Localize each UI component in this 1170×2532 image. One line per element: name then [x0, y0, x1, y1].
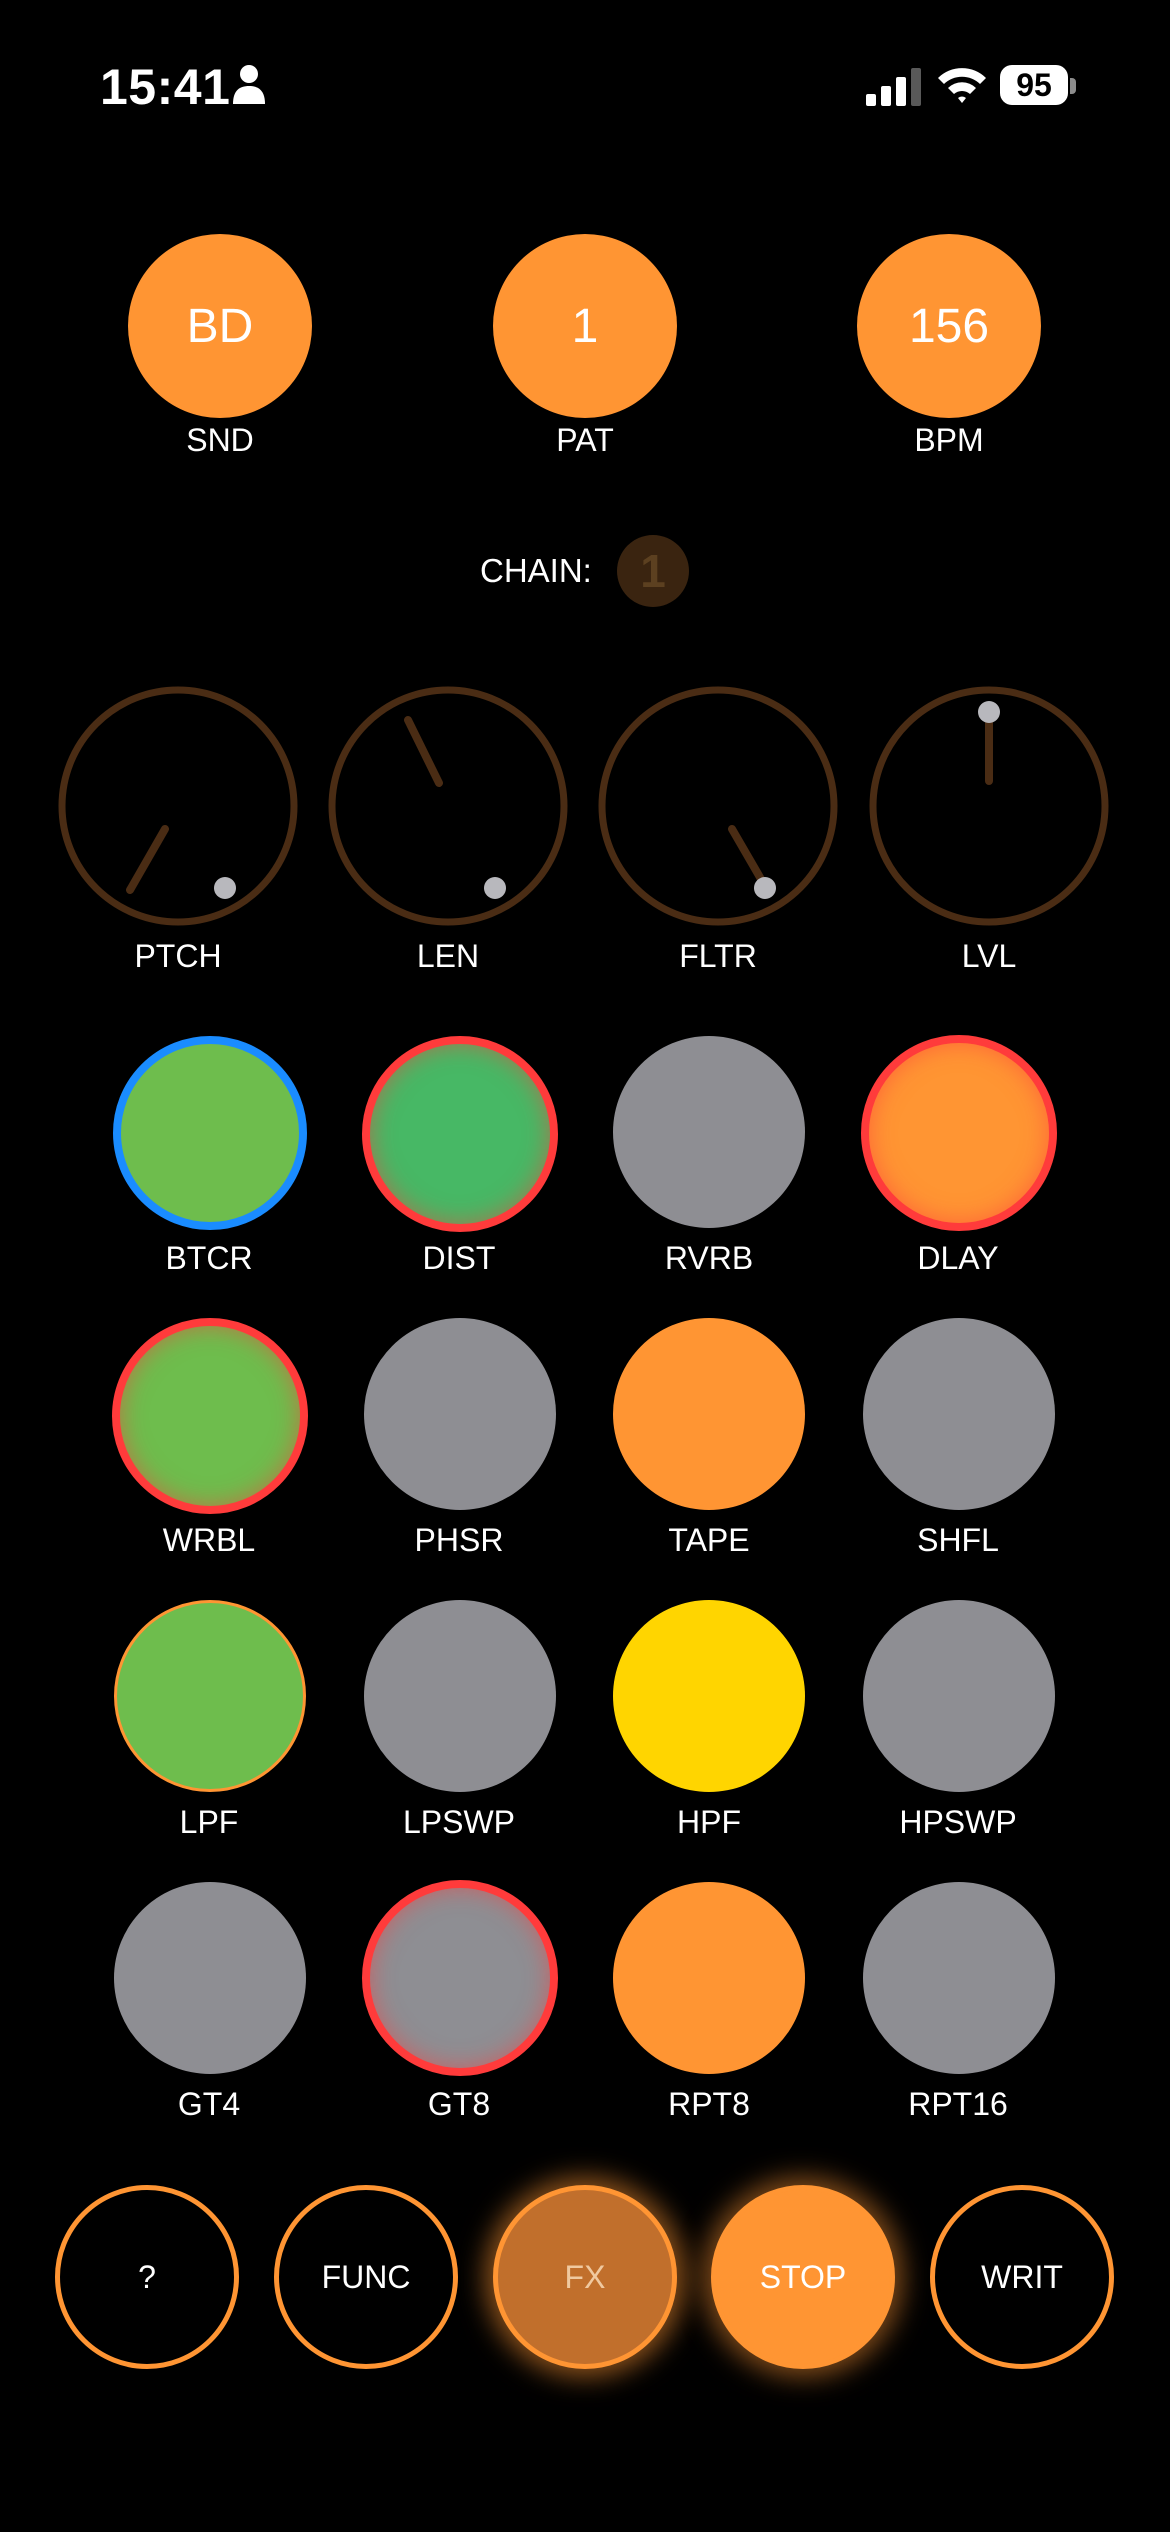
write-button[interactable]: WRIT	[930, 2185, 1114, 2369]
pitch-label: PTCH	[134, 938, 222, 974]
pattern-button[interactable]: 1	[493, 234, 677, 418]
chain-value[interactable]: 1	[617, 535, 689, 607]
pad-label-phsr: PHSR	[414, 1522, 504, 1558]
bpm-button[interactable]: 156	[857, 234, 1041, 418]
pad-label-gt8: GT8	[427, 2086, 491, 2122]
chain-label: CHAIN:	[480, 552, 592, 589]
pad-rpt8[interactable]	[613, 1882, 805, 2074]
pad-label-wrbl: WRBL	[162, 1522, 256, 1558]
pad-label-hpswp: HPSWP	[899, 1804, 1017, 1840]
person-icon	[233, 65, 265, 104]
filter-label: FLTR	[679, 938, 757, 974]
pad-wrbl[interactable]	[112, 1318, 308, 1514]
pad-hpswp[interactable]	[863, 1600, 1055, 1792]
length-label: LEN	[416, 938, 480, 974]
level-label: LVL	[961, 938, 1017, 974]
pad-label-lpswp: LPSWP	[402, 1804, 516, 1840]
level-knob[interactable]	[869, 686, 1109, 926]
pad-label-dist: DIST	[422, 1240, 496, 1276]
pitch-knob[interactable]	[58, 686, 298, 926]
status-time: 15:41	[100, 59, 231, 115]
pad-label-rvrb: RVRB	[664, 1240, 754, 1276]
pad-label-hpf: HPF	[677, 1804, 741, 1840]
pad-lpswp[interactable]	[364, 1600, 556, 1792]
pad-dist[interactable]	[362, 1036, 558, 1232]
bpm-label: BPM	[914, 422, 984, 458]
pad-gt8[interactable]	[362, 1880, 558, 2076]
pad-tape[interactable]	[613, 1318, 805, 1510]
sound-label: SND	[186, 422, 254, 458]
pad-rvrb[interactable]	[613, 1036, 805, 1228]
pad-rpt16[interactable]	[863, 1882, 1055, 2074]
help-button[interactable]: ?	[55, 2185, 239, 2369]
pad-label-rpt8: RPT8	[668, 2086, 750, 2122]
cellular-signal-icon	[866, 68, 921, 106]
pad-lpf[interactable]	[114, 1600, 306, 1792]
pad-label-rpt16: RPT16	[908, 2086, 1008, 2122]
pad-label-tape: TAPE	[668, 1522, 750, 1558]
pad-phsr[interactable]	[364, 1318, 556, 1510]
pad-shfl[interactable]	[863, 1318, 1055, 1510]
sound-button[interactable]: BD	[128, 234, 312, 418]
pad-label-shfl: SHFL	[917, 1522, 999, 1558]
pad-label-dlay: DLAY	[917, 1240, 999, 1276]
wifi-icon	[938, 68, 986, 103]
fx-button[interactable]: FX	[493, 2185, 677, 2369]
pad-label-lpf: LPF	[179, 1804, 239, 1840]
stop-button[interactable]: STOP	[711, 2185, 895, 2369]
pad-label-gt4: GT4	[177, 2086, 241, 2122]
pad-label-btcr: BTCR	[165, 1240, 253, 1276]
pad-btcr[interactable]	[113, 1036, 307, 1230]
pad-hpf[interactable]	[613, 1600, 805, 1792]
filter-knob[interactable]	[598, 686, 838, 926]
pad-dlay[interactable]	[861, 1035, 1057, 1231]
battery-tip	[1070, 78, 1076, 94]
pattern-label: PAT	[556, 422, 614, 458]
battery-indicator: 95	[1000, 65, 1068, 105]
pad-gt4[interactable]	[114, 1882, 306, 2074]
length-knob[interactable]	[328, 686, 568, 926]
func-button[interactable]: FUNC	[274, 2185, 458, 2369]
